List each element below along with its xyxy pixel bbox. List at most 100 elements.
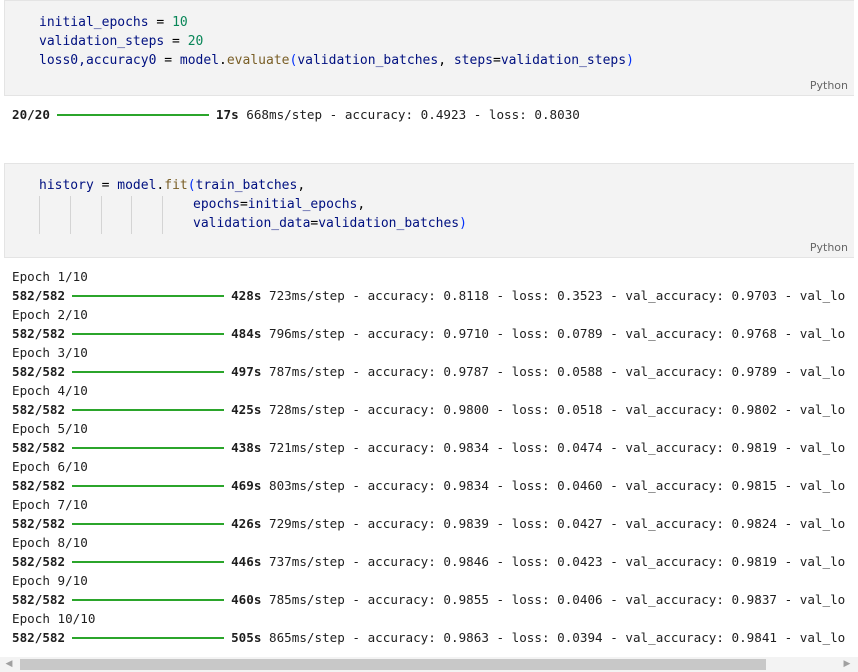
progress-bar	[72, 598, 225, 601]
progress-count: 582/582	[12, 592, 66, 607]
progress-bar	[72, 484, 225, 487]
epoch-progress-line: 582/582 505s 865ms/step - accuracy: 0.986…	[12, 628, 845, 647]
horizontal-scrollbar[interactable]: ◀ ▶	[0, 657, 858, 672]
epoch-label: Epoch 6/10	[12, 459, 88, 474]
metrics-text: 787ms/step - accuracy: 0.9787 - loss: 0.…	[269, 364, 846, 379]
code-token: initial_epochs	[247, 197, 358, 212]
progress-bar	[72, 522, 225, 525]
progress-bar	[72, 294, 225, 297]
indent-guide	[39, 196, 40, 234]
code-line-initial-epochs[interactable]: initial_epochs = 10	[39, 13, 188, 32]
code-token: epochs	[193, 197, 240, 212]
code-token: 10	[172, 15, 188, 30]
metrics-text: 721ms/step - accuracy: 0.9834 - loss: 0.…	[269, 440, 846, 455]
code-token: =	[148, 15, 173, 30]
code-token: validation_steps	[500, 53, 627, 68]
metrics-text: 668ms/step - accuracy: 0.4923 - loss: 0.…	[246, 107, 580, 122]
progress-bar	[72, 408, 225, 411]
progress-count: 582/582	[12, 288, 66, 303]
epoch-label: Epoch 3/10	[12, 345, 88, 360]
progress-bar	[72, 370, 225, 373]
progress-bar	[72, 446, 225, 449]
elapsed-time: 469s	[231, 478, 262, 493]
code-token: .	[219, 53, 227, 68]
indent-guide	[131, 196, 132, 234]
progress-bar	[72, 332, 225, 335]
code-line-epochs[interactable]: epochs=initial_epochs,	[193, 195, 365, 214]
code-token: model	[117, 178, 157, 193]
epoch-label: Epoch 2/10	[12, 307, 88, 322]
progress-bar	[72, 560, 225, 563]
code-token: evaluate	[226, 53, 290, 68]
metrics-text: 803ms/step - accuracy: 0.9834 - loss: 0.…	[269, 478, 846, 493]
code-line-evaluate[interactable]: loss0,accuracy0 = model.evaluate(validat…	[39, 51, 634, 70]
epoch-label: Epoch 8/10	[12, 535, 88, 550]
code-cell-fit[interactable]: history = model.fit(train_batches, epoch…	[4, 163, 854, 258]
code-token: =	[164, 34, 188, 49]
progress-count: 582/582	[12, 630, 66, 645]
epoch-progress-line: 582/582 497s 787ms/step - accuracy: 0.978…	[12, 362, 845, 381]
epoch-label: Epoch 7/10	[12, 497, 88, 512]
progress-count: 582/582	[12, 516, 66, 531]
elapsed-time: 505s	[231, 630, 262, 645]
progress-count: 582/582	[12, 326, 66, 341]
progress-bar	[72, 636, 225, 639]
code-token: (	[187, 178, 196, 193]
epoch-label: Epoch 1/10	[12, 269, 88, 284]
metrics-text: 796ms/step - accuracy: 0.9710 - loss: 0.…	[269, 326, 846, 341]
code-token: steps	[453, 53, 493, 68]
code-token: ,	[438, 53, 454, 68]
metrics-text: 728ms/step - accuracy: 0.9800 - loss: 0.…	[269, 402, 846, 417]
code-token: )	[626, 53, 634, 68]
elapsed-time: 497s	[231, 364, 262, 379]
code-line-fit[interactable]: history = model.fit(train_batches,	[39, 176, 305, 195]
elapsed-time: 484s	[231, 326, 262, 341]
code-token: =	[156, 53, 180, 68]
metrics-text: 737ms/step - accuracy: 0.9846 - loss: 0.…	[269, 554, 846, 569]
code-token: validation_batches	[297, 53, 439, 68]
cell-language-label[interactable]: Python	[810, 79, 848, 92]
code-token: =	[493, 53, 501, 68]
scroll-right-icon[interactable]: ▶	[840, 657, 854, 672]
code-cell-evaluate[interactable]: initial_epochs = 10 validation_steps = 2…	[4, 0, 854, 96]
elapsed-time: 428s	[231, 288, 262, 303]
elapsed-time: 446s	[231, 554, 262, 569]
progress-count: 20/20	[12, 107, 50, 122]
metrics-text: 785ms/step - accuracy: 0.9855 - loss: 0.…	[269, 592, 846, 607]
scroll-left-icon[interactable]: ◀	[2, 657, 16, 672]
epoch-progress-line: 582/582 460s 785ms/step - accuracy: 0.985…	[12, 590, 845, 609]
scrollbar-thumb[interactable]	[20, 659, 766, 670]
code-token: loss0,accuracy0	[39, 53, 157, 68]
epoch-label: Epoch 10/10	[12, 611, 96, 626]
epoch-label: Epoch 4/10	[12, 383, 88, 398]
progress-count: 582/582	[12, 554, 66, 569]
code-token: validation_batches	[318, 216, 460, 231]
code-token: =	[239, 197, 248, 212]
epoch-progress-line: 582/582 469s 803ms/step - accuracy: 0.983…	[12, 476, 845, 495]
elapsed-time: 460s	[231, 592, 262, 607]
progress-bar	[56, 113, 209, 116]
code-token: initial_epochs	[39, 15, 149, 30]
progress-count: 582/582	[12, 478, 66, 493]
metrics-text: 729ms/step - accuracy: 0.9839 - loss: 0.…	[269, 516, 846, 531]
elapsed-time: 425s	[231, 402, 262, 417]
code-token: validation_steps	[39, 34, 165, 49]
progress-count: 582/582	[12, 402, 66, 417]
code-token: validation_data	[193, 216, 311, 231]
code-line-validation-data[interactable]: validation_data=validation_batches)	[193, 214, 467, 233]
code-token: ,	[297, 178, 306, 193]
epoch-label: Epoch 5/10	[12, 421, 88, 436]
epoch-progress-line: 582/582 446s 737ms/step - accuracy: 0.984…	[12, 552, 845, 571]
progress-count: 582/582	[12, 440, 66, 455]
elapsed-time: 426s	[231, 516, 262, 531]
cell-language-label[interactable]: Python	[810, 241, 848, 254]
code-token: ,	[357, 197, 366, 212]
cell-output-evaluate: 20/20 17s 668ms/step - accuracy: 0.4923 -…	[12, 105, 580, 124]
epoch-progress-line: 582/582 428s 723ms/step - accuracy: 0.811…	[12, 286, 845, 305]
code-line-validation-steps[interactable]: validation_steps = 20	[39, 32, 203, 51]
elapsed-time: 17s	[215, 107, 239, 122]
code-token: =	[93, 178, 118, 193]
code-token: fit	[164, 178, 188, 193]
code-token: train_batches	[195, 178, 298, 193]
metrics-text: 723ms/step - accuracy: 0.8118 - loss: 0.…	[269, 288, 846, 303]
